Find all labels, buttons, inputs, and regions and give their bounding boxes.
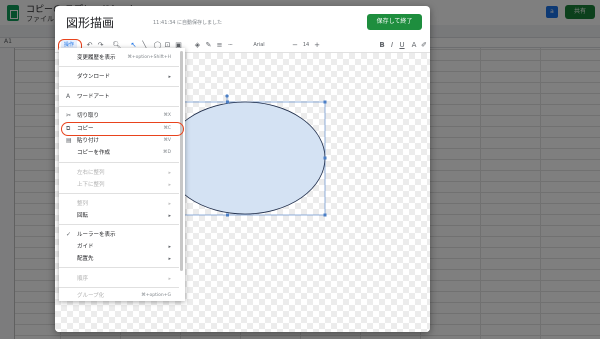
menu-item-show-ruler[interactable]: ✓ ルーラーを表示 xyxy=(59,230,179,240)
menu-item-guides[interactable]: ガイド ▸ xyxy=(59,242,179,252)
bold-button[interactable]: B xyxy=(378,40,386,51)
menu-item-version-history[interactable]: 変更履歴を表示 ⌘+option+Shift+H xyxy=(59,53,179,63)
menu-item-cut[interactable]: ✂ 切り取り ⌘X xyxy=(59,111,179,121)
menu-item-snap-to[interactable]: 配置先 ▸ xyxy=(59,254,179,264)
actions-dropdown-menu: 変更履歴を表示 ⌘+option+Shift+H ダウンロード ▸ A ワードアート … xyxy=(59,48,185,301)
menu-item-duplicate[interactable]: コピーを作成 ⌘D xyxy=(59,148,179,158)
menu-item-wordart[interactable]: A ワードアート xyxy=(59,92,179,102)
menu-item-rotate[interactable]: 回転 ▸ xyxy=(59,211,179,221)
menu-item-group[interactable]: グループ化 ⌘+option+G xyxy=(59,291,179,301)
submenu-arrow-icon: ▸ xyxy=(168,244,171,250)
submenu-arrow-icon: ▸ xyxy=(168,213,171,219)
autosave-status: 11:41:34 に自動保存しました xyxy=(153,20,223,26)
ellipse-shape[interactable] xyxy=(164,101,326,215)
paste-icon: ▤ xyxy=(66,137,72,144)
menu-item-order[interactable]: 順序 ▸ xyxy=(59,274,179,284)
border-color-icon[interactable]: ✎ xyxy=(204,40,213,51)
highlight-icon[interactable]: ✐ xyxy=(420,40,428,51)
resize-handle-top-right[interactable] xyxy=(323,100,327,104)
font-size-increase-icon[interactable]: + xyxy=(313,40,321,51)
menu-item-arrange[interactable]: 整列 ▸ xyxy=(59,199,179,209)
italic-button[interactable]: I xyxy=(388,40,396,51)
font-size-decrease-icon[interactable]: − xyxy=(291,40,299,51)
resize-handle-bottom-right[interactable] xyxy=(323,213,327,217)
menu-item-align-horizontal[interactable]: 左右に整列 ▸ xyxy=(59,168,179,178)
resize-handle-right[interactable] xyxy=(323,156,327,160)
submenu-arrow-icon: ▸ xyxy=(168,170,171,176)
menu-item-paste[interactable]: ▤ 貼り付け ⌘V xyxy=(59,136,179,146)
scissors-icon: ✂ xyxy=(66,112,72,119)
dialog-title: 図形描画 xyxy=(66,16,115,30)
submenu-arrow-icon: ▸ xyxy=(168,182,171,188)
font-select[interactable]: Arial xyxy=(246,40,272,51)
fill-color-icon[interactable]: ◈ xyxy=(193,40,202,51)
border-dash-icon[interactable]: ┄ xyxy=(226,40,235,51)
menu-item-download[interactable]: ダウンロード ▸ xyxy=(59,72,179,82)
font-size-field[interactable]: 14 xyxy=(301,40,311,51)
submenu-arrow-icon: ▸ xyxy=(168,276,171,282)
wordart-icon: A xyxy=(66,93,71,100)
resize-handle-top[interactable] xyxy=(226,100,229,104)
text-color-icon[interactable]: A xyxy=(410,40,418,51)
border-weight-icon[interactable]: ≡ xyxy=(215,40,224,51)
copy-highlight-ring xyxy=(61,122,184,136)
underline-button[interactable]: U xyxy=(398,40,406,51)
menu-item-align-vertical[interactable]: 上下に整列 ▸ xyxy=(59,180,179,190)
submenu-arrow-icon: ▸ xyxy=(168,256,171,262)
submenu-arrow-icon: ▸ xyxy=(168,201,171,207)
checkmark-icon: ✓ xyxy=(66,231,72,238)
resize-handle-bottom[interactable] xyxy=(226,213,229,217)
save-and-close-button[interactable]: 保存して終了 xyxy=(367,14,422,30)
submenu-arrow-icon: ▸ xyxy=(168,74,171,80)
menu-scrollbar[interactable] xyxy=(180,51,183,271)
rotation-handle[interactable] xyxy=(225,94,229,98)
